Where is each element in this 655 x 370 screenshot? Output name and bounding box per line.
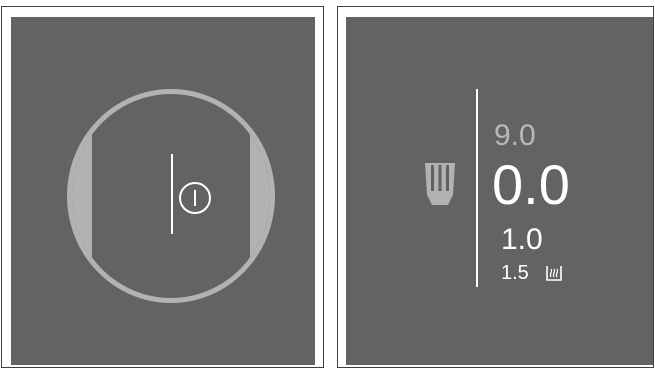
value-next-after: 1.5 <box>501 262 529 284</box>
steam-nozzle-icon <box>425 163 455 205</box>
left-display-screen <box>11 17 315 365</box>
right-display-panel: 9.0 0.0 1.0 1.5 <box>337 6 654 368</box>
left-display-panel <box>1 6 324 368</box>
value-next: 1.0 <box>501 223 543 256</box>
right-display-screen: 9.0 0.0 1.0 1.5 <box>346 17 653 365</box>
knob-divider-line <box>171 154 173 234</box>
knob-left-grip <box>72 94 92 298</box>
knob-right-grip <box>250 94 270 298</box>
value-divider-line <box>476 89 478 287</box>
steam-indicator-icon <box>546 266 562 281</box>
value-current[interactable]: 0.0 <box>492 157 570 213</box>
power-icon[interactable] <box>178 181 212 215</box>
value-previous: 9.0 <box>494 119 536 152</box>
